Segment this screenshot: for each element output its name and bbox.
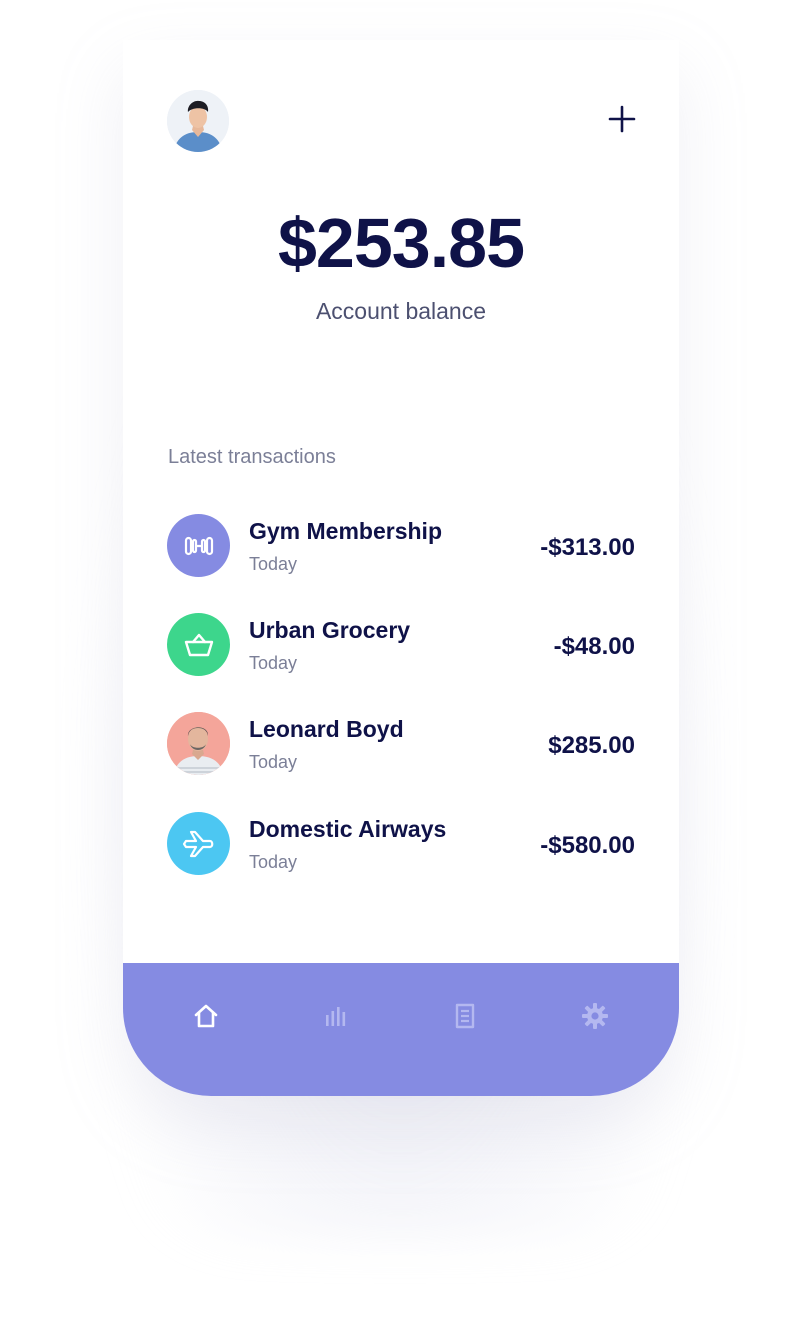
transactions-title: Latest transactions xyxy=(168,446,336,468)
gear-icon xyxy=(582,1003,608,1029)
transaction-item[interactable]: Domestic Airways Today -$580.00 xyxy=(167,812,635,876)
plus-icon xyxy=(608,105,636,133)
transaction-name: Urban Grocery xyxy=(249,617,411,643)
dumbbell-icon xyxy=(184,536,213,555)
transaction-item[interactable]: Leonard Boyd Today $285.00 xyxy=(167,712,635,776)
transaction-name: Leonard Boyd xyxy=(249,716,404,742)
phone-frame: $253.85 Account balance Latest transacti… xyxy=(123,40,679,1096)
bottom-nav xyxy=(123,963,679,1096)
transaction-date: Today xyxy=(249,752,298,772)
nav-settings[interactable] xyxy=(580,1001,610,1031)
transaction-amount: -$48.00 xyxy=(553,633,635,660)
transaction-name: Gym Membership xyxy=(249,518,442,544)
transaction-date: Today xyxy=(249,554,298,574)
nav-stats[interactable] xyxy=(321,1001,351,1031)
transaction-date: Today xyxy=(249,852,298,872)
person-avatar-image xyxy=(167,712,230,775)
account-balance-label: Account balance xyxy=(315,298,487,324)
account-balance-amount: $253.85 xyxy=(277,204,525,282)
user-avatar[interactable] xyxy=(167,90,229,152)
user-avatar-image xyxy=(167,90,229,152)
bar-chart-icon xyxy=(326,1007,346,1026)
home-icon xyxy=(194,1004,218,1028)
transaction-amount: -$580.00 xyxy=(540,832,635,859)
airways-icon-badge xyxy=(167,812,230,875)
transaction-name: Domestic Airways xyxy=(249,816,447,842)
transaction-amount: $285.00 xyxy=(548,732,635,759)
grocery-icon-badge xyxy=(167,613,230,676)
transaction-date: Today xyxy=(249,653,298,673)
airplane-icon xyxy=(182,830,213,857)
transaction-item[interactable]: Gym Membership Today -$313.00 xyxy=(167,514,635,578)
gym-icon-badge xyxy=(167,514,230,577)
app-screen: $253.85 Account balance Latest transacti… xyxy=(0,0,800,1334)
transaction-item[interactable]: Urban Grocery Today -$48.00 xyxy=(167,613,635,677)
receipt-icon xyxy=(455,1003,475,1029)
nav-home[interactable] xyxy=(191,1001,221,1031)
basket-icon xyxy=(184,633,213,656)
add-button[interactable] xyxy=(607,104,637,134)
nav-statements[interactable] xyxy=(450,1001,480,1031)
transaction-amount: -$313.00 xyxy=(540,534,635,561)
person-avatar xyxy=(167,712,230,775)
